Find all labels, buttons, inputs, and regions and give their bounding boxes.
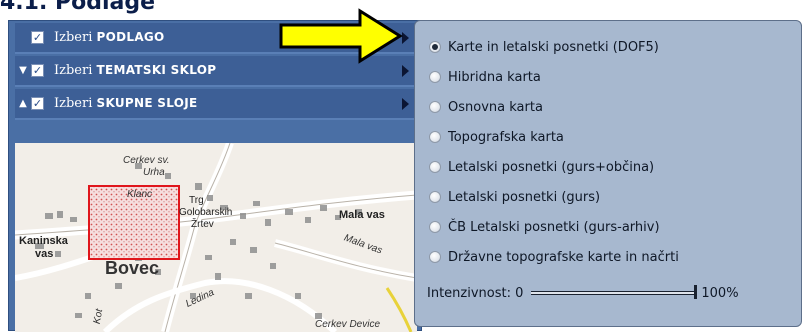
map-label: Urha xyxy=(143,167,165,178)
layer-row-skupne-sloje[interactable]: ▲ ✓ Izberi SKUPNE SLOJE xyxy=(15,89,415,120)
map-label: Bovec xyxy=(105,258,160,278)
option-label: Karte in letalski posnetki (DOF5) xyxy=(448,39,659,55)
radio-button[interactable] xyxy=(429,41,441,53)
triangle-down-icon[interactable]: ▼ xyxy=(15,65,31,76)
tematski-sklop-label: Izberi TEMATSKI SKLOP xyxy=(54,63,217,78)
triangle-up-icon[interactable]: ▲ xyxy=(15,98,31,109)
map-label: vas xyxy=(35,248,54,260)
slider-handle[interactable] xyxy=(694,285,698,299)
podlago-label: Izberi PODLAGO xyxy=(54,30,165,45)
basemap-option-hibridna[interactable]: Hibridna karta xyxy=(429,67,541,87)
triangle-right-icon[interactable] xyxy=(402,98,409,110)
map-label: Kaninska xyxy=(19,235,68,247)
intensity-control: Intenzivnost: 0 100% xyxy=(427,283,797,303)
option-label: Topografska karta xyxy=(448,129,564,145)
option-label: Osnovna karta xyxy=(448,99,543,115)
map-label: Žrtev xyxy=(191,219,214,230)
layers-panel: ✓ Izberi PODLAGO ▼ ✓ Izberi TEMATSKI SKL… xyxy=(8,20,422,332)
map-label: Klanc xyxy=(127,189,153,200)
option-label: ČB Letalski posnetki (gurs-arhiv) xyxy=(448,219,660,235)
basemap-option-topografska[interactable]: Topografska karta xyxy=(429,127,564,147)
skupne-sloje-checkbox[interactable]: ✓ xyxy=(31,97,44,110)
radio-button[interactable] xyxy=(429,71,441,83)
map-label: Mala vas xyxy=(339,209,385,221)
basemap-option-gurs[interactable]: Letalski posnetki (gurs) xyxy=(429,187,600,207)
map-label: Golobarskih xyxy=(179,207,233,218)
map-label: Cerkev sv. xyxy=(123,155,170,166)
map-label: Cerkev Device xyxy=(315,319,381,330)
radio-button[interactable] xyxy=(429,251,441,263)
basemap-option-osnovna[interactable]: Osnovna karta xyxy=(429,97,543,117)
tematski-sklop-checkbox[interactable]: ✓ xyxy=(31,64,44,77)
triangle-right-icon[interactable] xyxy=(402,65,409,77)
intensity-slider[interactable] xyxy=(531,285,698,299)
basemap-option-dof5[interactable]: Karte in letalski posnetki (DOF5) xyxy=(429,37,659,57)
radio-button[interactable] xyxy=(429,191,441,203)
skupne-sloje-label: Izberi SKUPNE SLOJE xyxy=(54,96,198,111)
basemap-popup: Karte in letalski posnetki (DOF5) Hibrid… xyxy=(414,20,802,327)
basemap-option-gurs-arhiv[interactable]: ČB Letalski posnetki (gurs-arhiv) xyxy=(429,217,660,237)
podlago-checkbox[interactable]: ✓ xyxy=(31,31,44,44)
radio-button[interactable] xyxy=(429,101,441,113)
map-label: Trg xyxy=(189,195,204,206)
radio-button[interactable] xyxy=(429,131,441,143)
option-label: Hibridna karta xyxy=(448,69,541,85)
map-preview[interactable]: Cerkev sv. Urha Klanc Trg Golobarskih Žr… xyxy=(15,143,417,332)
intensity-max-label: 100% xyxy=(701,285,739,301)
radio-button[interactable] xyxy=(429,161,441,173)
yellow-arrow-icon xyxy=(279,8,403,64)
radio-button[interactable] xyxy=(429,221,441,233)
section-heading: 4.1. Podlage xyxy=(0,0,156,15)
intensity-label: Intenzivnost: 0 xyxy=(427,285,524,301)
basemap-option-gurs-obcina[interactable]: Letalski posnetki (gurs+občina) xyxy=(429,157,654,177)
basemap-option-drzavne[interactable]: Državne topografske karte in načrti xyxy=(429,247,679,267)
option-label: Državne topografske karte in načrti xyxy=(448,249,679,265)
option-label: Letalski posnetki (gurs+občina) xyxy=(448,159,655,175)
option-label: Letalski posnetki (gurs) xyxy=(448,189,601,205)
